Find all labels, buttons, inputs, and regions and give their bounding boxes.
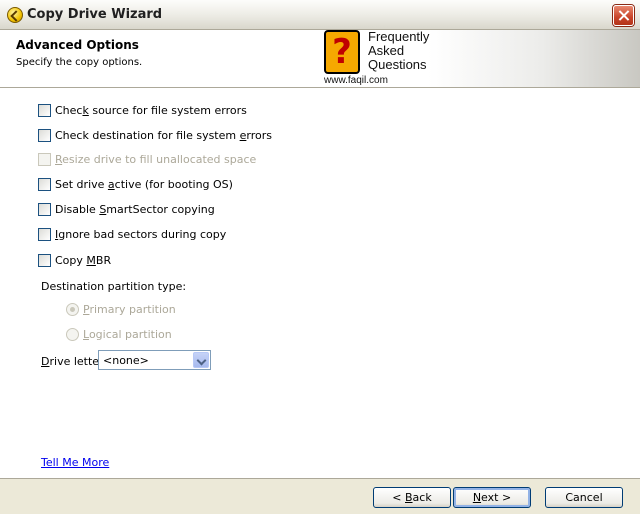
faq-line-2: Asked — [368, 43, 405, 58]
option-set-drive-active[interactable]: Set drive active (for booting OS) — [38, 176, 233, 192]
ignore-bad-sectors-checkbox[interactable] — [38, 227, 51, 241]
page-title: Advanced Options — [16, 38, 139, 52]
cancel-button[interactable]: Cancel — [545, 487, 623, 508]
option-check-source[interactable]: Check source for file system errors — [38, 102, 247, 118]
resize-drive-label: Resize drive to fill unallocated space — [55, 152, 257, 166]
drive-letter-select[interactable]: <none> — [98, 350, 211, 370]
page-subtitle: Specify the copy options. — [16, 57, 143, 68]
disable-smartsector-label: Disable SmartSector copying — [55, 202, 215, 216]
logical-partition-radio — [66, 327, 79, 341]
primary-partition-label: Primary partition — [83, 302, 176, 316]
wizard-footer: < Back Next > Cancel — [0, 478, 640, 514]
option-disable-smartsector[interactable]: Disable SmartSector copying — [38, 201, 215, 217]
set-drive-active-checkbox[interactable] — [38, 177, 51, 191]
faq-line-1: Frequently — [368, 29, 430, 44]
chevron-down-icon[interactable] — [193, 352, 209, 368]
resize-drive-checkbox — [38, 152, 51, 166]
drive-letter-value: <none> — [103, 354, 149, 367]
primary-partition-radio — [66, 302, 79, 316]
title-bar[interactable]: Copy Drive Wizard — [0, 0, 640, 30]
option-ignore-bad-sectors[interactable]: Ignore bad sectors during copy — [38, 226, 226, 242]
check-source-checkbox[interactable] — [38, 103, 51, 117]
copy-mbr-label: Copy MBR — [55, 253, 112, 267]
option-resize-drive: Resize drive to fill unallocated space — [38, 151, 256, 167]
check-destination-checkbox[interactable] — [38, 128, 51, 142]
back-button[interactable]: < Back — [373, 487, 451, 508]
app-icon — [7, 7, 23, 23]
partition-type-label: Destination partition type: — [41, 280, 187, 293]
faq-url: www.faqil.com — [324, 75, 388, 86]
wizard-header: Advanced Options Specify the copy option… — [0, 30, 640, 88]
window-title: Copy Drive Wizard — [27, 7, 163, 22]
ignore-bad-sectors-label: Ignore bad sectors during copy — [55, 227, 227, 241]
check-destination-label: Check destination for file system errors — [55, 128, 272, 142]
disable-smartsector-checkbox[interactable] — [38, 202, 51, 216]
option-primary-partition: Primary partition — [66, 301, 176, 317]
option-check-destination[interactable]: Check destination for file system errors — [38, 127, 272, 143]
logical-partition-label: Logical partition — [83, 327, 172, 341]
faq-banner-text: Frequently Asked Questions — [368, 30, 448, 72]
question-mark-logo-icon: ? — [324, 30, 360, 74]
logo-glyph: ? — [332, 32, 352, 72]
tell-me-more-link[interactable]: Tell Me More — [41, 456, 109, 469]
option-logical-partition: Logical partition — [66, 326, 172, 342]
next-button[interactable]: Next > — [453, 487, 531, 508]
copy-mbr-checkbox[interactable] — [38, 253, 51, 267]
faq-banner: ? Frequently Asked Questions www.faqil.c… — [314, 30, 640, 87]
check-source-label: Check source for file system errors — [55, 103, 247, 117]
set-drive-active-label: Set drive active (for booting OS) — [55, 177, 233, 191]
close-button[interactable] — [613, 5, 634, 26]
option-copy-mbr[interactable]: Copy MBR — [38, 252, 111, 268]
faq-line-3: Questions — [368, 57, 427, 72]
